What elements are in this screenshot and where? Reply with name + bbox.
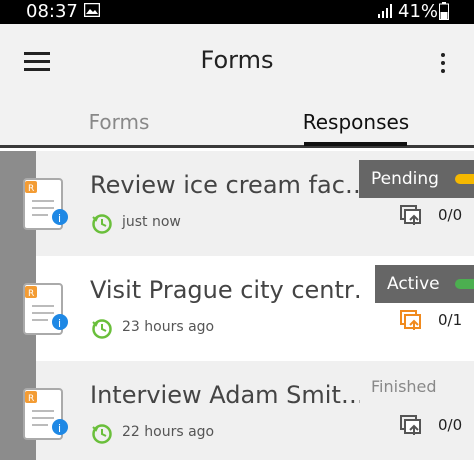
image-notification-icon [84, 3, 100, 17]
status-badge: Pending [359, 160, 474, 198]
page-title: Forms [200, 46, 274, 74]
svg-text:i: i [58, 212, 61, 225]
upload-sync-icon[interactable] [400, 310, 426, 332]
response-time: just now [122, 214, 181, 230]
response-name: Visit Prague city centr… [90, 276, 360, 304]
clock-sync-icon [92, 424, 112, 444]
status-badge-label: Active [387, 274, 440, 294]
selected-tab-indicator [304, 142, 407, 146]
status-badge: Active [375, 265, 474, 303]
form-document-icon: R i [23, 388, 68, 440]
response-name: Review ice cream fac… [90, 171, 360, 199]
status-indicator [455, 174, 474, 184]
app-bar: Forms Forms Responses [0, 24, 474, 148]
signal-icon [378, 4, 392, 18]
form-document-icon: R i [23, 283, 68, 335]
status-bar: 08:37 41% [0, 0, 474, 24]
battery-icon [439, 2, 449, 20]
form-document-icon: R i [23, 178, 68, 230]
response-count: 0/0 [438, 416, 463, 434]
response-time: 23 hours ago [122, 319, 215, 335]
svg-text:i: i [58, 317, 61, 330]
svg-text:R: R [28, 394, 34, 404]
clock-sync-icon [92, 319, 112, 339]
response-row[interactable]: R i Review ice cream fac… just now Pendi… [0, 151, 474, 256]
clock-sync-icon [92, 214, 112, 234]
battery-percent: 41% [398, 1, 439, 22]
response-row[interactable]: R i Visit Prague city centr… 23 hours ag… [0, 256, 474, 361]
status-badge-label: Pending [371, 169, 439, 189]
upload-sync-icon[interactable] [400, 205, 426, 227]
more-options-icon[interactable] [436, 51, 450, 75]
response-name: Interview Adam Smit… [90, 381, 360, 409]
response-count: 0/1 [438, 311, 463, 329]
svg-text:i: i [58, 422, 61, 435]
svg-text:R: R [28, 289, 34, 299]
response-row[interactable]: R i Interview Adam Smit… 22 hours ago Fi… [0, 361, 474, 460]
status-time: 08:37 [26, 1, 78, 22]
upload-sync-icon[interactable] [400, 415, 426, 437]
tab-responses[interactable]: Responses [298, 110, 414, 138]
status-indicator [455, 279, 474, 289]
svg-text:R: R [28, 184, 34, 194]
response-count: 0/0 [438, 206, 463, 224]
status-label: Finished [371, 377, 437, 396]
tab-forms[interactable]: Forms [60, 110, 178, 138]
response-time: 22 hours ago [122, 424, 215, 440]
